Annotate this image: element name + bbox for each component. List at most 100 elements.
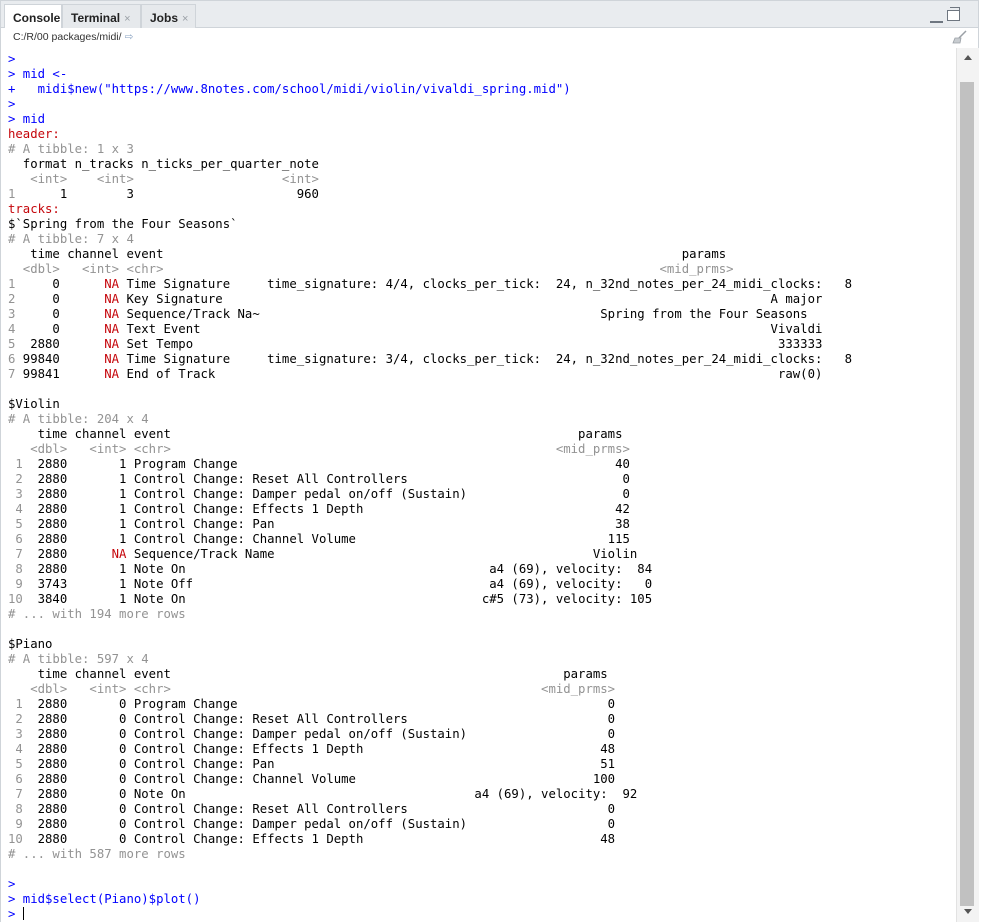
console-line-segment: # A tibble: 204 x 4 [8, 412, 149, 426]
console-line-segment: 4 [8, 502, 23, 516]
console-line-segment: Set Tempo 333333 [119, 337, 823, 351]
console-line-segment: $Piano [8, 637, 53, 651]
console-line-segment [8, 622, 15, 636]
console-line: 10 3840 1 Note On c#5 (73), velocity: 10… [8, 592, 956, 607]
console-line-segment: <int> <int> <int> [8, 172, 319, 186]
console-output[interactable]: > > mid <- + midi$new("https://www.8notes.… [0, 48, 956, 922]
console-line-segment [8, 862, 15, 876]
console-line-segment: NA [104, 352, 120, 366]
tab-jobs[interactable]: Jobs × [141, 4, 196, 29]
vertical-scrollbar[interactable] [956, 48, 979, 922]
console-line-segment: 1 [8, 697, 23, 711]
console-line: 1 2880 0 Program Change 0 [8, 697, 956, 712]
console-text: > > mid <- + midi$new("https://www.8notes.… [1, 48, 956, 922]
console-line: <int> <int> <int> [8, 172, 956, 187]
console-line: + midi$new("https://www.8notes.com/schoo… [8, 82, 956, 97]
scrollbar-thumb[interactable] [960, 82, 974, 906]
console-line-segment: 5 [8, 517, 23, 531]
scroll-up-icon[interactable] [964, 55, 972, 60]
console-line: 6 99840 NA Time Signature time_signature… [8, 352, 956, 367]
console-line-segment: Sequence/Track Name Violin [126, 547, 638, 561]
console-line-segment: <dbl> <int> <chr> <mid_prms> [8, 442, 630, 456]
clear-console-icon[interactable] [952, 30, 968, 44]
console-line: 1 0 NA Time Signature time_signature: 4/… [8, 277, 956, 292]
console-line-segment: Time Signature time_signature: 3/4, cloc… [119, 352, 852, 366]
console-line-segment: Key Signature A major [119, 292, 823, 306]
console-line: # A tibble: 7 x 4 [8, 232, 956, 247]
console-line: <dbl> <int> <chr> <mid_prms> [8, 262, 956, 277]
console-line: 6 2880 0 Control Change: Channel Volume … [8, 772, 956, 787]
close-icon[interactable]: × [182, 13, 188, 25]
console-line-segment: 10 [8, 832, 23, 846]
console-line-segment: 2880 1 Control Change: Channel Volume 11… [22, 532, 630, 546]
console-line-segment: 2880 0 Control Change: Damper pedal on/o… [22, 817, 616, 831]
console-line: <dbl> <int> <chr> <mid_prms> [8, 442, 956, 457]
console-line-segment: 3743 1 Note Off a4 (69), velocity: 0 [22, 577, 653, 591]
console-line-segment [8, 382, 15, 396]
tab-console-label: Console [13, 11, 61, 25]
scroll-down-icon[interactable] [964, 909, 972, 914]
console-line [8, 862, 956, 877]
console-line: $`Spring from the Four Seasons` [8, 217, 956, 232]
console-line-segment: tracks: [8, 202, 60, 216]
console-line-segment: 7 [8, 787, 23, 801]
maximize-icon[interactable] [947, 7, 960, 21]
console-line-segment: 2880 0 Control Change: Damper pedal on/o… [22, 727, 616, 741]
console-line: 7 2880 0 Note On a4 (69), velocity: 92 [8, 787, 956, 802]
console-line-segment: 1 [8, 457, 23, 471]
console-line-segment: NA [111, 547, 127, 561]
console-line: 2 0 NA Key Signature A major [8, 292, 956, 307]
console-line: # A tibble: 1 x 3 [8, 142, 956, 157]
console-line: 3 0 NA Sequence/Track Na~ Spring from th… [8, 307, 956, 322]
console-line-segment: 0 [15, 307, 105, 321]
console-line-segment: Time Signature time_signature: 4/4, cloc… [119, 277, 852, 291]
console-line-segment: NA [104, 367, 120, 381]
console-line-segment: $`Spring from the Four Seasons` [8, 217, 238, 231]
console-line-segment: time channel event params [8, 247, 727, 261]
console-line-segment: > mid [8, 112, 46, 126]
console-line-segment: 2880 1 Control Change: Pan 38 [22, 517, 630, 531]
console-line-segment: 8 [8, 562, 23, 576]
console-prompt: > [8, 907, 23, 921]
console-line-segment: 1 3 960 [15, 187, 319, 201]
minimize-icon[interactable] [930, 13, 943, 23]
console-input-line[interactable]: > [8, 907, 956, 922]
console-line-segment: # A tibble: 597 x 4 [8, 652, 149, 666]
console-line-segment: 2880 0 Control Change: Pan 51 [22, 757, 616, 771]
console-line-segment: 2880 0 Control Change: Effects 1 Depth 4… [22, 832, 616, 846]
console-line-segment: NA [104, 307, 120, 321]
console-line-segment: + midi$new("https://www.8notes.com/schoo… [8, 82, 571, 96]
console-line-segment: 9 [8, 577, 23, 591]
console-line: time channel event params [8, 427, 956, 442]
console-line-segment: format n_tracks n_ticks_per_quarter_note [8, 157, 319, 171]
console-line: 9 3743 1 Note Off a4 (69), velocity: 0 [8, 577, 956, 592]
go-to-directory-icon[interactable]: ⇨ [125, 31, 134, 43]
console-line-segment: 2880 1 Program Change 40 [22, 457, 630, 471]
console-line: 5 2880 NA Set Tempo 333333 [8, 337, 956, 352]
console-line: 5 2880 0 Control Change: Pan 51 [8, 757, 956, 772]
console-line: 3 2880 0 Control Change: Damper pedal on… [8, 727, 956, 742]
console-line-segment: 2880 1 Note On a4 (69), velocity: 84 [22, 562, 653, 576]
tab-terminal[interactable]: Terminal × [62, 4, 141, 29]
tab-terminal-label: Terminal [71, 11, 121, 25]
console-line-segment: NA [104, 292, 120, 306]
console-line-segment: 0 [15, 322, 105, 336]
console-line: tracks: [8, 202, 956, 217]
close-icon[interactable]: × [124, 13, 130, 25]
pane-window-controls [930, 7, 960, 28]
console-line: 8 2880 1 Note On a4 (69), velocity: 84 [8, 562, 956, 577]
console-line: format n_tracks n_ticks_per_quarter_note [8, 157, 956, 172]
console-line-segment: 9 [8, 817, 23, 831]
console-line-segment: 2880 0 Control Change: Reset All Control… [22, 712, 616, 726]
console-line-segment: # ... with 194 more rows [8, 607, 186, 621]
working-directory-path: C:/R/00 packages/midi/ [13, 31, 122, 43]
console-line: 4 2880 0 Control Change: Effects 1 Depth… [8, 742, 956, 757]
console-line: # A tibble: 204 x 4 [8, 412, 956, 427]
console-line: > mid$select(Piano)$plot() [8, 892, 956, 907]
console-line-segment: End of Track raw(0) [119, 367, 823, 381]
tab-console[interactable]: Console [4, 4, 62, 30]
console-line: 4 0 NA Text Event Vivaldi [8, 322, 956, 337]
console-line-segment: 0 [15, 292, 105, 306]
console-line-segment: NA [104, 337, 120, 351]
console-line: 10 2880 0 Control Change: Effects 1 Dept… [8, 832, 956, 847]
